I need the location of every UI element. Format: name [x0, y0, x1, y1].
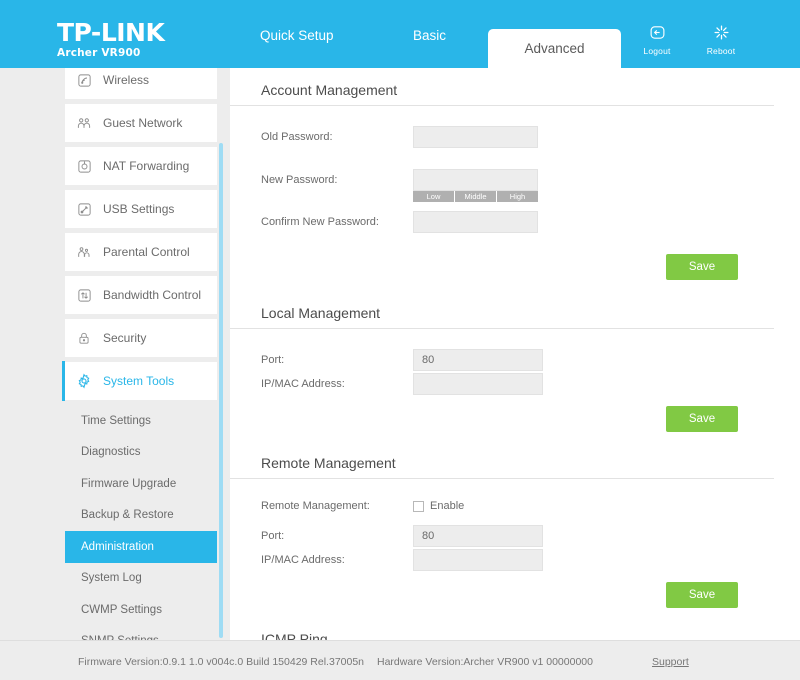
support-link[interactable]: Support [652, 656, 689, 668]
new-password-label: New Password: [261, 174, 338, 186]
sidebar-item-label: NAT Forwarding [103, 159, 190, 173]
sidebar-subitem-time-settings[interactable]: Time Settings [65, 405, 217, 437]
bandwidth-arrows-icon [65, 288, 103, 303]
remote-ipmac-label: IP/MAC Address: [261, 554, 345, 566]
remote-enable-checkbox-label: Enable [430, 500, 465, 512]
sidebar-subitem-backup-restore[interactable]: Backup & Restore [65, 499, 217, 531]
nat-forwarding-icon [65, 159, 103, 174]
remote-management-panel: Remote Management Remote Management: Ena… [230, 432, 800, 608]
local-port-label: Port: [261, 354, 285, 366]
remote-enable-row: Remote Management: Enable [230, 500, 800, 512]
icmp-ping-panel: ICMP Ping ICMP Ping: Remote Local Save [230, 608, 800, 640]
sidebar-item-label: Security [103, 331, 147, 345]
local-save-wrap: Save [230, 406, 800, 432]
section-title-remote-management: Remote Management [230, 455, 774, 479]
sidebar-item-wireless[interactable]: Wireless [65, 68, 217, 99]
local-ipmac-label: IP/MAC Address: [261, 378, 345, 390]
logout-button[interactable]: Logout [636, 24, 678, 56]
logout-label: Logout [643, 46, 671, 56]
remote-save-button[interactable]: Save [666, 582, 738, 608]
lock-icon [65, 331, 103, 346]
sidebar: Network Wireless Guest Network [0, 68, 230, 640]
old-password-label: Old Password: [261, 131, 333, 143]
sidebar-subitem-administration[interactable]: Administration [65, 531, 217, 563]
sidebar-item-label: Parental Control [103, 245, 190, 259]
confirm-password-row: Confirm New Password: [230, 211, 800, 233]
sidebar-subitem-snmp-settings[interactable]: SNMP Settings [65, 625, 217, 640]
footer: Firmware Version:0.9.1 1.0 v004c.0 Build… [0, 640, 800, 680]
sidebar-item-label: USB Settings [103, 202, 175, 216]
local-ipmac-input[interactable] [413, 373, 543, 395]
old-password-input[interactable] [413, 126, 538, 148]
sidebar-subitem-system-log[interactable]: System Log [65, 562, 217, 594]
brand-name: TP-LINK [57, 18, 165, 47]
remote-enable-label: Remote Management: [261, 500, 370, 512]
sidebar-item-nat-forwarding[interactable]: NAT Forwarding [65, 147, 217, 185]
remote-enable-checkbox[interactable] [413, 500, 424, 512]
local-port-input[interactable] [413, 349, 543, 371]
password-strength-meter: Low Middle High [413, 191, 538, 202]
sidebar-scrollbar[interactable] [219, 143, 223, 638]
sidebar-subitem-firmware-upgrade[interactable]: Firmware Upgrade [65, 468, 217, 500]
new-password-row: New Password: Low Middle High [230, 169, 800, 202]
app-header: TP-LINK Archer VR900 Quick Setup Basic A… [0, 0, 800, 68]
remote-save-wrap: Save [230, 582, 800, 608]
account-save-wrap: Save [230, 254, 800, 280]
strength-middle-segment: Middle [455, 191, 497, 202]
hardware-version: Hardware Version:Archer VR900 v1 0000000… [377, 656, 593, 668]
parental-control-icon [65, 245, 103, 260]
old-password-row: Old Password: [230, 126, 800, 148]
sidebar-item-label: System Tools [103, 374, 175, 388]
sidebar-subitem-diagnostics[interactable]: Diagnostics [65, 436, 217, 468]
confirm-password-label: Confirm New Password: [261, 216, 379, 228]
firmware-version: Firmware Version:0.9.1 1.0 v004c.0 Build… [78, 656, 365, 668]
strength-low-segment: Low [413, 191, 455, 202]
remote-ipmac-input[interactable] [413, 549, 543, 571]
reboot-label: Reboot [706, 46, 736, 56]
sidebar-item-label: Bandwidth Control [103, 288, 202, 302]
reboot-button[interactable]: Reboot [700, 24, 742, 56]
new-password-input[interactable] [413, 169, 538, 191]
device-model: Archer VR900 [57, 47, 141, 59]
local-port-row: Port: [230, 349, 800, 371]
remote-port-row: Port: [230, 525, 800, 547]
reboot-icon [700, 24, 742, 44]
remote-ipmac-row: IP/MAC Address: [230, 549, 800, 571]
sidebar-item-label: Guest Network [103, 116, 183, 130]
sidebar-item-label: Wireless [103, 73, 150, 87]
section-title-icmp-ping: ICMP Ping [230, 631, 774, 640]
guest-network-icon [65, 116, 103, 131]
local-save-button[interactable]: Save [666, 406, 738, 432]
header-actions: Logout Reboot [636, 24, 742, 56]
sidebar-item-usb-settings[interactable]: USB Settings [65, 190, 217, 228]
remote-port-label: Port: [261, 530, 285, 542]
sidebar-item-bandwidth-control[interactable]: Bandwidth Control [65, 276, 217, 314]
section-title-local-management: Local Management [230, 305, 774, 329]
local-management-panel: Local Management Port: IP/MAC Address: S… [230, 280, 800, 432]
strength-high-segment: High [497, 191, 538, 202]
confirm-password-input[interactable] [413, 211, 538, 233]
account-management-panel: Account Management Old Password: New Pas… [230, 68, 800, 280]
tab-advanced[interactable]: Advanced [488, 29, 621, 68]
remote-enable-checkbox-item[interactable]: Enable [413, 500, 464, 512]
tab-basic[interactable]: Basic [413, 28, 446, 43]
sidebar-item-system-tools[interactable]: System Tools [62, 361, 217, 401]
wireless-signal-icon [65, 73, 103, 88]
sidebar-item-guest-network[interactable]: Guest Network [65, 104, 217, 142]
tab-quick-setup[interactable]: Quick Setup [260, 28, 334, 43]
system-tools-submenu: Time Settings Diagnostics Firmware Upgra… [65, 405, 217, 640]
sidebar-subitem-cwmp-settings[interactable]: CWMP Settings [65, 594, 217, 626]
sidebar-item-parental-control[interactable]: Parental Control [65, 233, 217, 271]
remote-port-input[interactable] [413, 525, 543, 547]
usb-icon [65, 202, 103, 217]
gear-icon [65, 373, 103, 389]
content-area: Account Management Old Password: New Pas… [230, 68, 800, 640]
section-title-account-management: Account Management [230, 82, 774, 106]
account-save-button[interactable]: Save [666, 254, 738, 280]
local-ipmac-row: IP/MAC Address: [230, 373, 800, 395]
brand-logo: TP-LINK Archer VR900 [57, 18, 165, 59]
sidebar-item-security[interactable]: Security [65, 319, 217, 357]
logout-icon [636, 24, 678, 44]
sidebar-scroll-content: Network Wireless Guest Network [0, 68, 230, 640]
